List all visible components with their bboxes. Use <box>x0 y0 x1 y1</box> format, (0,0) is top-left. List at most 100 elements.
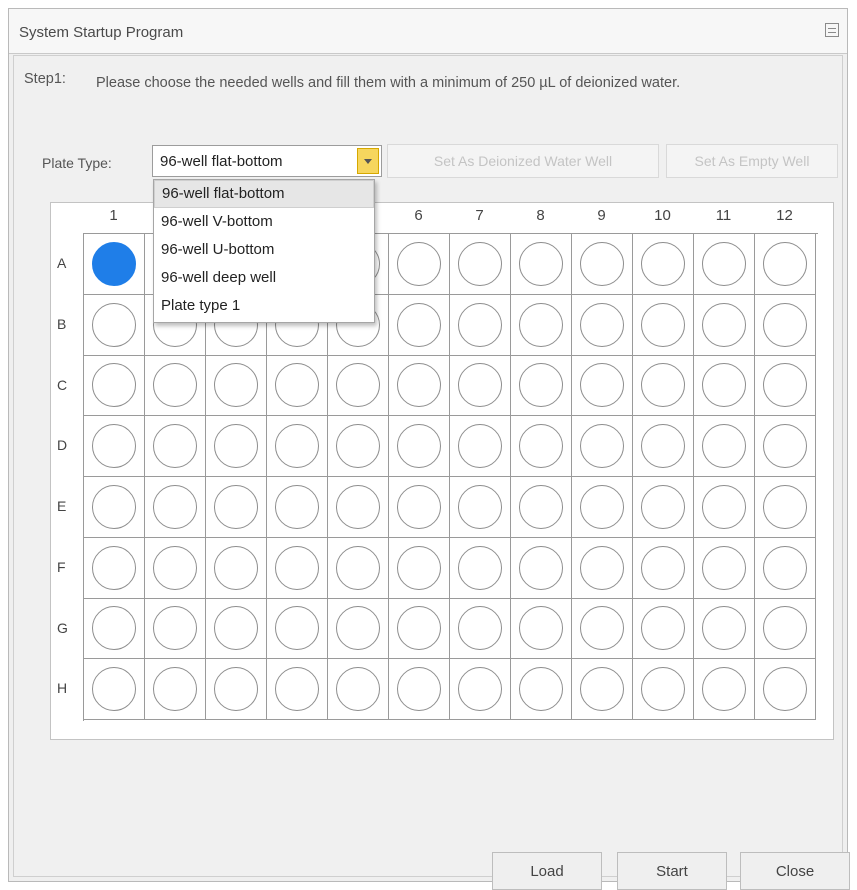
well-cell[interactable] <box>755 355 816 417</box>
well-cell[interactable] <box>84 477 145 538</box>
well-cell[interactable] <box>206 416 267 477</box>
well-cell[interactable] <box>755 416 816 477</box>
well-cell[interactable] <box>694 477 755 538</box>
well-cell[interactable] <box>633 598 694 660</box>
well-cell[interactable] <box>694 416 755 477</box>
well-cell[interactable] <box>694 537 755 599</box>
well-cell[interactable] <box>572 294 633 356</box>
well-cell[interactable] <box>633 294 694 356</box>
well-circle[interactable] <box>702 484 746 529</box>
well-cell[interactable] <box>328 477 389 538</box>
well-cell[interactable] <box>145 355 206 417</box>
well-circle[interactable] <box>214 484 258 529</box>
well-cell[interactable] <box>633 659 694 720</box>
well-cell[interactable] <box>84 659 145 720</box>
well-circle[interactable] <box>275 363 319 408</box>
well-cell[interactable] <box>511 598 572 660</box>
well-cell[interactable] <box>572 537 633 599</box>
well-circle[interactable] <box>92 606 136 651</box>
well-cell[interactable] <box>267 477 328 538</box>
well-circle[interactable] <box>336 606 380 651</box>
well-cell[interactable] <box>755 598 816 660</box>
well-cell[interactable] <box>755 294 816 356</box>
well-circle[interactable] <box>641 241 685 286</box>
well-cell[interactable] <box>633 234 694 295</box>
set-water-well-button[interactable]: Set As Deionized Water Well <box>387 144 659 178</box>
well-cell[interactable] <box>145 598 206 660</box>
well-cell[interactable] <box>328 598 389 660</box>
close-button[interactable]: Close <box>740 852 850 890</box>
well-cell[interactable] <box>511 416 572 477</box>
well-circle[interactable] <box>519 484 563 529</box>
well-circle[interactable] <box>580 667 624 712</box>
well-circle[interactable] <box>519 545 563 590</box>
well-circle[interactable] <box>336 667 380 712</box>
well-cell[interactable] <box>511 537 572 599</box>
well-cell[interactable] <box>389 477 450 538</box>
well-circle[interactable] <box>763 241 807 286</box>
plate-type-select[interactable]: 96-well flat-bottom <box>152 145 382 177</box>
well-circle[interactable] <box>763 667 807 712</box>
well-circle[interactable] <box>397 363 441 408</box>
well-cell[interactable] <box>755 659 816 720</box>
well-cell[interactable] <box>755 537 816 599</box>
well-cell[interactable] <box>633 537 694 599</box>
well-cell[interactable] <box>572 234 633 295</box>
well-cell[interactable] <box>511 659 572 720</box>
well-circle[interactable] <box>275 545 319 590</box>
well-cell[interactable] <box>206 477 267 538</box>
well-circle[interactable] <box>519 424 563 469</box>
well-circle[interactable] <box>702 424 746 469</box>
well-circle[interactable] <box>763 302 807 347</box>
well-circle[interactable] <box>153 363 197 408</box>
well-circle[interactable] <box>580 484 624 529</box>
dropdown-option[interactable]: 96-well deep well <box>154 264 374 292</box>
well-circle[interactable] <box>763 363 807 408</box>
well-cell[interactable] <box>633 355 694 417</box>
well-cell[interactable] <box>267 355 328 417</box>
well-cell[interactable] <box>84 537 145 599</box>
well-circle[interactable] <box>458 484 502 529</box>
well-cell[interactable] <box>206 598 267 660</box>
well-cell[interactable] <box>206 537 267 599</box>
well-cell[interactable] <box>328 416 389 477</box>
well-cell[interactable] <box>694 598 755 660</box>
well-cell[interactable] <box>145 537 206 599</box>
well-cell[interactable] <box>84 294 145 356</box>
well-circle[interactable] <box>153 424 197 469</box>
dropdown-option[interactable]: 96-well flat-bottom <box>154 180 374 208</box>
well-circle[interactable] <box>458 545 502 590</box>
well-circle[interactable] <box>153 484 197 529</box>
well-circle[interactable] <box>580 606 624 651</box>
well-cell[interactable] <box>450 416 511 477</box>
well-circle[interactable] <box>702 545 746 590</box>
well-circle[interactable] <box>275 667 319 712</box>
well-cell[interactable] <box>84 416 145 477</box>
well-circle[interactable] <box>336 484 380 529</box>
well-cell[interactable] <box>450 598 511 660</box>
well-circle[interactable] <box>92 302 136 347</box>
well-circle[interactable] <box>641 424 685 469</box>
well-cell[interactable] <box>633 477 694 538</box>
well-circle[interactable] <box>580 545 624 590</box>
well-circle[interactable] <box>641 363 685 408</box>
well-cell[interactable] <box>328 537 389 599</box>
well-circle[interactable] <box>641 484 685 529</box>
well-cell[interactable] <box>84 234 145 295</box>
well-circle[interactable] <box>580 241 624 286</box>
well-cell[interactable] <box>267 537 328 599</box>
set-empty-well-button[interactable]: Set As Empty Well <box>666 144 838 178</box>
well-circle[interactable] <box>641 606 685 651</box>
well-circle[interactable] <box>580 302 624 347</box>
well-cell[interactable] <box>511 294 572 356</box>
well-circle[interactable] <box>641 302 685 347</box>
well-circle[interactable] <box>275 424 319 469</box>
well-cell[interactable] <box>389 537 450 599</box>
well-circle[interactable] <box>153 667 197 712</box>
well-cell[interactable] <box>328 659 389 720</box>
well-cell[interactable] <box>694 234 755 295</box>
well-circle[interactable] <box>92 545 136 590</box>
well-cell[interactable] <box>389 234 450 295</box>
well-cell[interactable] <box>694 355 755 417</box>
well-cell[interactable] <box>145 416 206 477</box>
